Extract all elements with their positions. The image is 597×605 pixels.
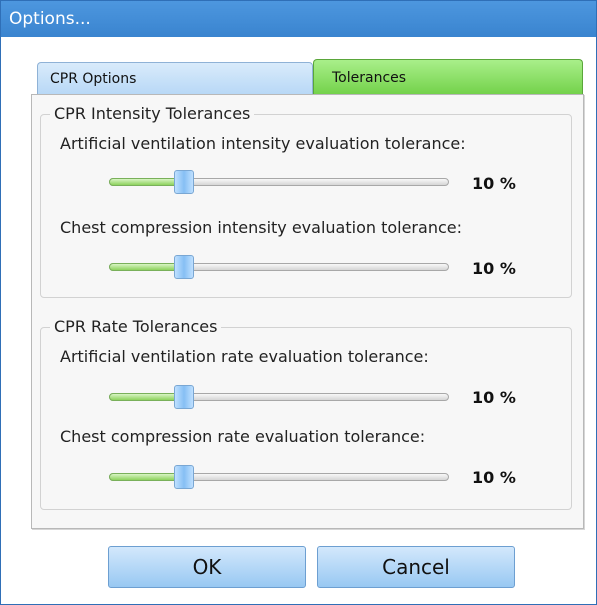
- group-title: CPR Intensity Tolerances: [50, 105, 255, 123]
- title-bar: Options...: [1, 1, 596, 37]
- compression-intensity-value: 10 %: [472, 259, 516, 278]
- cancel-button[interactable]: Cancel: [317, 546, 515, 588]
- slider-fill: [109, 263, 184, 271]
- slider-thumb[interactable]: [173, 465, 194, 489]
- slider-fill: [109, 393, 184, 401]
- slider-thumb[interactable]: [173, 170, 194, 194]
- slider-fill: [109, 178, 184, 186]
- window-title: Options...: [9, 9, 91, 29]
- compression-rate-label: Chest compression rate evaluation tolera…: [60, 427, 426, 446]
- compression-intensity-slider[interactable]: [109, 255, 451, 279]
- slider-fill: [109, 473, 184, 481]
- ok-button[interactable]: OK: [108, 546, 306, 588]
- tab-cpr-options[interactable]: CPR Options: [37, 62, 313, 94]
- ventilation-intensity-value: 10 %: [472, 174, 516, 193]
- slider-thumb[interactable]: [173, 255, 194, 279]
- ventilation-rate-slider[interactable]: [109, 385, 451, 409]
- ventilation-intensity-slider[interactable]: [109, 170, 451, 194]
- ventilation-intensity-label: Artificial ventilation intensity evaluat…: [60, 134, 466, 153]
- compression-rate-slider[interactable]: [109, 465, 451, 489]
- tab-label: Tolerances: [332, 70, 407, 86]
- compression-intensity-label: Chest compression intensity evaluation t…: [60, 218, 462, 237]
- group-title: CPR Rate Tolerances: [50, 318, 222, 336]
- tab-label: CPR Options: [50, 71, 137, 87]
- tab-tolerances[interactable]: Tolerances: [313, 59, 583, 94]
- ventilation-rate-value: 10 %: [472, 388, 516, 407]
- slider-thumb[interactable]: [173, 385, 194, 409]
- compression-rate-value: 10 %: [472, 468, 516, 487]
- ventilation-rate-label: Artificial ventilation rate evaluation t…: [60, 347, 429, 366]
